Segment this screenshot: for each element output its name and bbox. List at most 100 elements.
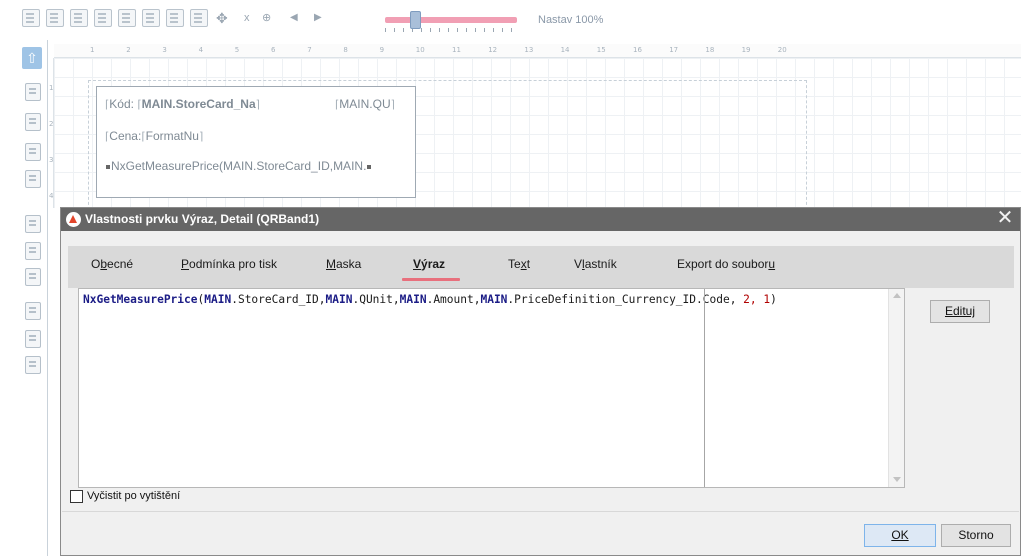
toolbar-page-icon[interactable] (118, 9, 136, 27)
field-price[interactable]: ⌈Cena:⌈FormatNu⌉ (105, 129, 203, 143)
tab-label-part: O (91, 257, 101, 271)
barcode-tool-icon[interactable] (25, 268, 41, 286)
ruler-tick-label: 13 (524, 46, 534, 54)
selection-handle[interactable] (106, 164, 110, 169)
toolbar-print-icon[interactable] (70, 9, 88, 27)
ruler-tick-label: 4 (49, 192, 54, 200)
ruler-tick-label: 1 (90, 46, 95, 54)
zoom-slider-track[interactable] (385, 17, 517, 23)
ruler-tick-label: 12 (488, 46, 498, 54)
tab-label-part: V (574, 257, 583, 271)
toolbar-preview-icon[interactable] (190, 9, 208, 27)
tab-general[interactable]: Obecné (91, 257, 133, 271)
tab-label-part: ecné (107, 257, 134, 271)
report-canvas[interactable]: ⌈Kód: ⌈MAIN.StoreCard_Na⌉ ⌈MAIN.QU⌉ ⌈Cen… (54, 58, 1021, 210)
zoom-fit-icon[interactable]: ⊕ (262, 10, 271, 26)
tab-mask[interactable]: Maska (326, 257, 361, 271)
edit-button[interactable]: Edituj (930, 300, 990, 323)
active-tab-indicator (402, 278, 460, 281)
dialog-titlebar[interactable]: Vlastnosti prvku Výraz, Detail (QRBand1)… (61, 208, 1020, 231)
tab-label-part: Te (508, 257, 521, 271)
designer-toolbar: ✥ x ⊕ ◀ ▶ Nastav 100% (0, 0, 1021, 40)
expr-source: MAIN (204, 293, 232, 306)
tab-bar: Obecné Podmínka pro tisk Maska Výraz Tex… (68, 246, 1014, 288)
field-measure-price[interactable]: NxGetMeasurePrice(MAIN.StoreCard_ID,MAIN… (105, 159, 372, 173)
field-code[interactable]: ⌈Kód: ⌈MAIN.StoreCard_Na⌉ (105, 97, 260, 111)
clear-after-print-label[interactable]: Vyčistit po vytištění (87, 490, 180, 502)
field-measure-text: NxGetMeasurePrice(MAIN.StoreCard_ID,MAIN… (111, 159, 367, 173)
tab-label-part: t (526, 257, 531, 271)
tab-accelerator: P (181, 257, 190, 271)
svg-tool-icon[interactable] (25, 215, 41, 233)
toolbar-chart-icon[interactable] (142, 9, 160, 27)
memo-tool-icon[interactable] (25, 143, 41, 161)
ruler-tick-label: 8 (343, 46, 348, 54)
image-tool-icon[interactable] (25, 302, 41, 320)
expression-tool-icon[interactable] (25, 113, 41, 131)
detail-band[interactable]: ⌈Kód: ⌈MAIN.StoreCard_Na⌉ ⌈MAIN.QU⌉ ⌈Cen… (96, 86, 416, 198)
chart-tool-icon[interactable] (25, 330, 41, 348)
tab-accelerator: M (326, 257, 336, 271)
toolbar-move-icon[interactable]: ✥ (216, 10, 228, 26)
tab-export-to-file[interactable]: Export do souboru (677, 257, 775, 271)
zoom-prev-icon[interactable]: ◀ (290, 10, 298, 26)
ruler-tick-label: 7 (307, 46, 312, 54)
clear-after-print-checkbox[interactable] (70, 490, 83, 503)
expr-function: NxGetMeasurePrice (83, 293, 198, 306)
ruler-tick-label: 18 (705, 46, 715, 54)
tab-text[interactable]: Text (508, 257, 530, 271)
ruler-tick-label: 1 (49, 84, 54, 92)
properties-dialog: Vlastnosti prvku Výraz, Detail (QRBand1)… (60, 207, 1021, 556)
toolbar-export-icon[interactable] (94, 9, 112, 27)
expr-token: .PriceDefinition_Currency_ID.Code, (507, 293, 737, 306)
expr-source: MAIN (480, 293, 508, 306)
scroll-down-icon[interactable] (893, 477, 901, 482)
tab-label-part: aska (336, 257, 362, 271)
tab-label-part: Export do soubor (677, 257, 769, 271)
ruler-tick-label: 15 (596, 46, 606, 54)
close-icon[interactable]: ✕ (994, 208, 1016, 230)
field-qunit-text: MAIN.QU (339, 97, 391, 111)
ok-button[interactable]: OK (864, 524, 936, 547)
tab-print-condition[interactable]: Podmínka pro tisk (181, 257, 277, 271)
tab-label-part: ýraz (421, 257, 446, 271)
zoom-next-icon[interactable]: ▶ (314, 10, 322, 26)
zoom-label: Nastav 100% (538, 14, 604, 26)
field-price-value: FormatNu (145, 129, 199, 143)
editor-right-margin (704, 289, 705, 487)
field-price-label: Cena: (109, 129, 142, 143)
ruler-tick-label: 4 (198, 46, 204, 54)
expr-token: .QUnit, (352, 293, 400, 306)
scroll-up-icon[interactable] (893, 293, 901, 298)
tab-owner[interactable]: Vlastník (574, 257, 617, 271)
field-code-value: MAIN.StoreCard_Na (141, 97, 256, 111)
ruler-tick-label: 2 (126, 46, 131, 54)
shape-tool-icon[interactable] (25, 242, 41, 260)
tab-expression[interactable]: Výraz (413, 257, 445, 271)
tab-label-part: astník (584, 257, 617, 271)
field-qunit[interactable]: ⌈MAIN.QU⌉ (335, 97, 395, 111)
cancel-button[interactable]: Storno (941, 524, 1011, 547)
label-tool-icon[interactable] (25, 83, 41, 101)
richtext-tool-icon[interactable] (25, 170, 41, 188)
expr-number: 2, (736, 293, 757, 306)
selection-handle[interactable] (367, 164, 372, 169)
subreport-tool-icon[interactable] (25, 356, 41, 374)
ruler-tick-label: 19 (741, 46, 751, 54)
toolbar-copy-icon[interactable] (166, 9, 184, 27)
expression-editor[interactable]: NxGetMeasurePrice(MAIN.StoreCard_ID,MAIN… (78, 288, 905, 488)
ruler-tick-label: 9 (379, 46, 385, 54)
ruler-tick-label: 2 (49, 120, 54, 128)
editor-scrollbar[interactable] (888, 289, 904, 487)
expression-text[interactable]: NxGetMeasurePrice(MAIN.StoreCard_ID,MAIN… (83, 293, 777, 306)
zoom-slider-thumb[interactable] (409, 11, 421, 29)
expr-token: .Amount, (426, 293, 481, 306)
pointer-tool-icon[interactable]: ⇧ (22, 47, 42, 69)
ruler-tick-label: 6 (271, 46, 276, 54)
toolbar-report-icon[interactable] (22, 9, 40, 27)
expr-token: ) (770, 293, 777, 306)
expr-token: .StoreCard_ID, (231, 293, 326, 306)
ruler-tick-label: 3 (162, 46, 167, 54)
ruler-tick-label: 11 (452, 46, 461, 54)
toolbar-open-icon[interactable] (46, 9, 64, 27)
